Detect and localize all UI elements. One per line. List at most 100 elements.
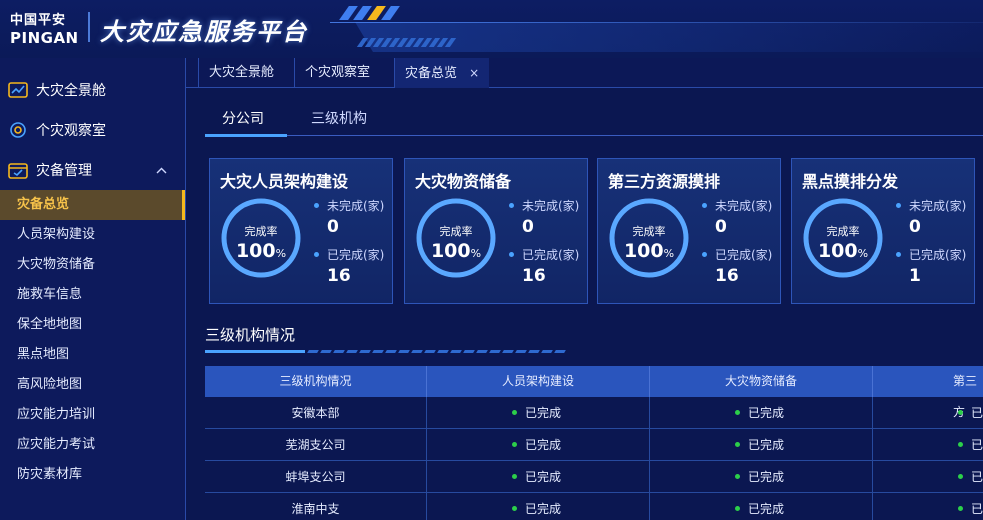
completion-ring: 完成率 100% xyxy=(802,197,884,279)
status-text: 已 xyxy=(970,405,983,420)
completion-ring: 完成率 100% xyxy=(608,197,690,279)
status-text: 已完成 xyxy=(748,501,785,516)
done-count: 1 xyxy=(909,266,921,286)
status-cell: 已完成 xyxy=(427,493,650,520)
status-text: 已完成 xyxy=(748,469,785,484)
status-dot-icon xyxy=(958,410,963,415)
subtab-active-indicator xyxy=(205,134,287,137)
bullet-dot-icon xyxy=(509,252,514,257)
status-cell: 已 xyxy=(873,429,983,460)
status-cell: 已完成 xyxy=(427,397,650,428)
summary-card: 大灾人员架构建设 完成率 100% 未完成(家) 0 已完成(家) 16 xyxy=(209,158,393,304)
done-stat: 已完成(家) 16 xyxy=(702,246,772,286)
completion-ring: 完成率 100% xyxy=(415,197,497,279)
table-header-cell: 第三方 xyxy=(953,374,978,419)
status-dot-icon xyxy=(735,442,740,447)
card-title: 黑点摸排分发 xyxy=(802,172,899,191)
tier3-status-table: 三级机构情况 人员架构建设 大灾物资储备 第三方 安徽本部已完成已完成已芜湖支公… xyxy=(205,366,983,520)
sidebar-subitem-materials[interactable]: 防灾素材库 xyxy=(0,460,185,490)
sidebar-item-panorama[interactable]: 大灾全景舱 xyxy=(0,70,185,110)
tab-panorama[interactable]: 大灾全景舱 xyxy=(198,58,284,88)
calendar-check-icon xyxy=(8,160,28,180)
completion-ring: 完成率 100% xyxy=(220,197,302,279)
undone-stat: 未完成(家) 0 xyxy=(509,197,579,237)
tab-observation[interactable]: 个灾观察室 xyxy=(294,58,380,88)
chevron-up-icon[interactable] xyxy=(156,163,167,177)
undone-count: 0 xyxy=(327,217,339,237)
section-title: 三级机构情况 xyxy=(205,326,296,344)
ring-label: 完成率 xyxy=(826,225,860,238)
status-dot-icon xyxy=(512,410,517,415)
card-title: 第三方资源摸排 xyxy=(608,172,721,191)
table-row: 蚌埠支公司 已完成 已完成 已 xyxy=(205,461,983,493)
ring-label: 完成率 xyxy=(439,225,473,238)
sidebar-subitem-rescue-vehicles[interactable]: 施救车信息 xyxy=(0,280,185,310)
subtab-branch[interactable]: 分公司 xyxy=(222,108,264,128)
status-cell: 已完成 xyxy=(650,493,873,520)
sidebar-submenu: 灾备总览 人员架构建设 大灾物资储备 施救车信息 保全地地图 黑点地图 高风险地… xyxy=(0,190,185,490)
undone-stat: 未完成(家) 0 xyxy=(896,197,966,237)
ring-value: 100% xyxy=(430,240,482,262)
app-title: 大灾应急服务平台 xyxy=(100,18,308,46)
undone-count: 0 xyxy=(909,217,921,237)
done-stat: 已完成(家) 1 xyxy=(896,246,966,286)
tab-overview[interactable]: 灾备总览 × xyxy=(394,58,490,88)
sidebar-subitem-exam[interactable]: 应灾能力考试 xyxy=(0,430,185,460)
sidebar-subitem-overview[interactable]: 灾备总览 xyxy=(0,190,185,220)
header-dash-decoration xyxy=(356,38,457,47)
sidebar-subitem-highrisk-map[interactable]: 高风险地图 xyxy=(0,370,185,400)
table-header-cell: 人员架构建设 xyxy=(427,366,650,397)
status-cell: 已 xyxy=(873,493,983,520)
logo-en-text: PINGAN xyxy=(10,29,79,47)
status-dot-icon xyxy=(958,474,963,479)
status-text: 已 xyxy=(970,469,983,484)
status-dot-icon xyxy=(735,410,740,415)
subtab-tier3[interactable]: 三级机构 xyxy=(311,108,367,128)
bullet-dot-icon xyxy=(509,203,514,208)
status-dot-icon xyxy=(958,506,963,511)
status-cell: 已完成 xyxy=(650,429,873,460)
sidebar-subitem-supplies[interactable]: 大灾物资储备 xyxy=(0,250,185,280)
status-text: 已完成 xyxy=(525,437,562,452)
status-dot-icon xyxy=(735,474,740,479)
logo-cn-text: 中国平安 xyxy=(10,13,67,28)
table-header-cell: 大灾物资储备 xyxy=(650,366,873,397)
status-text: 已完成 xyxy=(525,501,562,516)
table-header-cell: 三级机构情况 xyxy=(205,366,427,397)
status-cell: 已完成 xyxy=(427,429,650,460)
sidebar-item-label: 个灾观察室 xyxy=(36,123,106,139)
done-count: 16 xyxy=(522,266,546,286)
undone-stat: 未完成(家) 0 xyxy=(314,197,384,237)
target-gear-icon xyxy=(8,120,28,140)
org-name-cell: 淮南中支 xyxy=(205,493,427,520)
tab-label: 大灾全景舱 xyxy=(209,65,275,80)
sidebar-item-label: 大灾全景舱 xyxy=(36,83,106,99)
status-dot-icon xyxy=(512,474,517,479)
subtab-bar: 分公司 三级机构 xyxy=(205,104,983,137)
org-name-cell: 安徽本部 xyxy=(205,397,427,428)
card-title: 大灾人员架构建设 xyxy=(220,172,349,191)
dashboard-chart-icon xyxy=(8,80,28,100)
sidebar-item-observation[interactable]: 个灾观察室 xyxy=(0,110,185,150)
sidebar-item-disaster-prep[interactable]: 灾备管理 xyxy=(0,150,185,190)
ring-value: 100% xyxy=(235,240,287,262)
sidebar-subitem-safe-map[interactable]: 保全地地图 xyxy=(0,310,185,340)
sidebar-subitem-staff[interactable]: 人员架构建设 xyxy=(0,220,185,250)
status-text: 已 xyxy=(970,501,983,516)
status-text: 已完成 xyxy=(525,469,562,484)
done-stat: 已完成(家) 16 xyxy=(509,246,579,286)
close-icon[interactable]: × xyxy=(469,66,479,80)
bullet-dot-icon xyxy=(314,203,319,208)
status-text: 已完成 xyxy=(748,437,785,452)
bullet-dot-icon xyxy=(896,252,901,257)
bullet-dot-icon xyxy=(702,252,707,257)
status-text: 已完成 xyxy=(525,405,562,420)
sidebar-subitem-blackspot-map[interactable]: 黑点地图 xyxy=(0,340,185,370)
summary-cards: 大灾人员架构建设 完成率 100% 未完成(家) 0 已完成(家) 16 大灾物… xyxy=(209,158,983,304)
header-stripe-decoration xyxy=(339,6,400,20)
card-title: 大灾物资储备 xyxy=(415,172,512,191)
ring-label: 完成率 xyxy=(632,225,666,238)
ring-value: 100% xyxy=(623,240,675,262)
page-tab-bar: 大灾全景舱 个灾观察室 灾备总览 × xyxy=(186,58,983,88)
sidebar-subitem-training[interactable]: 应灾能力培训 xyxy=(0,400,185,430)
